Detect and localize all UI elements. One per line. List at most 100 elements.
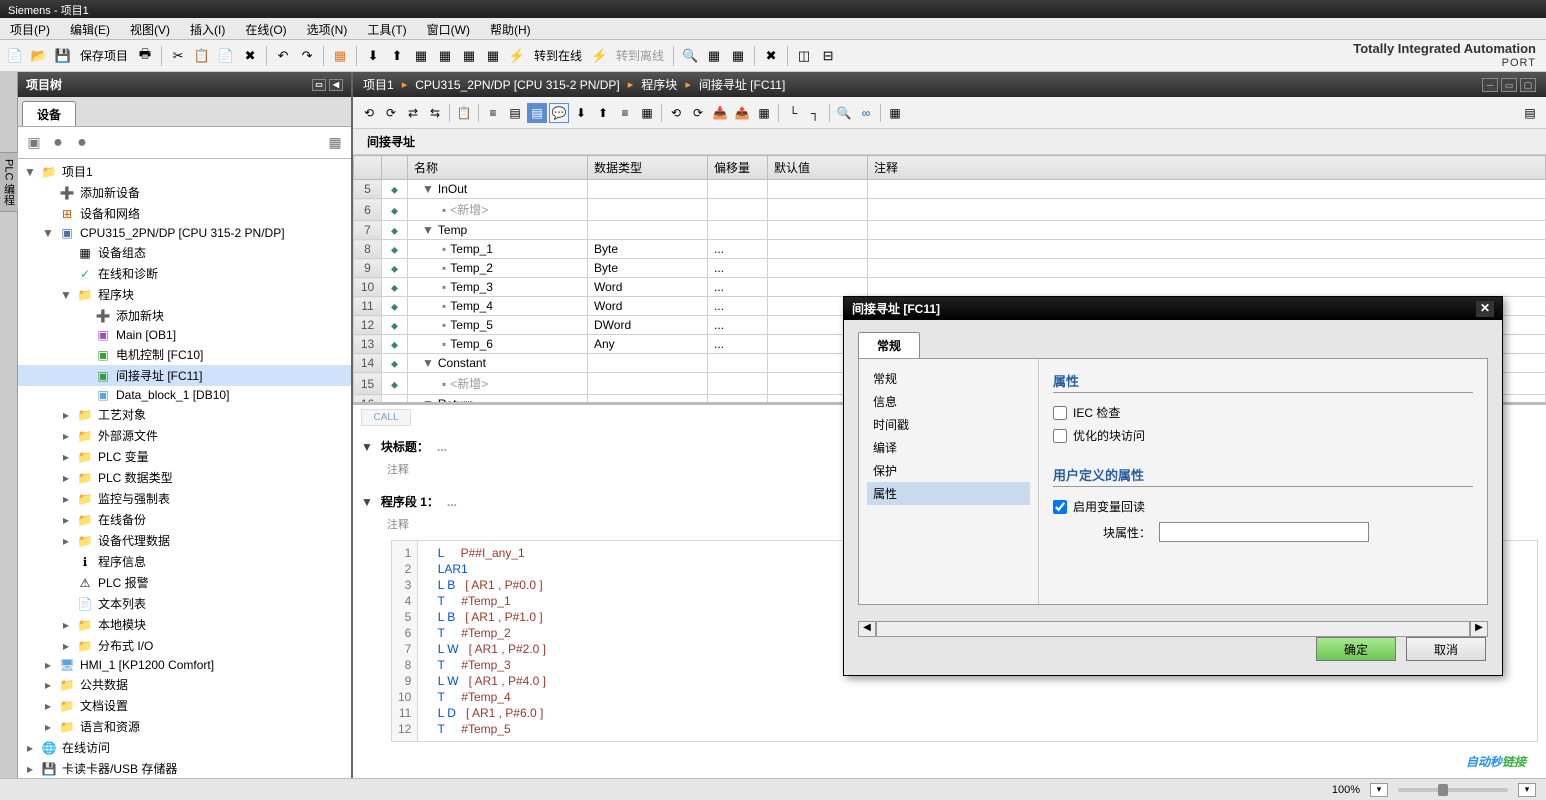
- menu-item[interactable]: 项目(P): [0, 18, 60, 39]
- zoom-slider[interactable]: [1398, 788, 1508, 792]
- collapse-icon[interactable]: ●: [48, 133, 68, 153]
- go-online-icon[interactable]: ⚡: [506, 45, 528, 67]
- editor-restore-icon[interactable]: ▭: [1501, 78, 1517, 92]
- tree-node[interactable]: ➕添加新块: [18, 305, 351, 326]
- copy-icon[interactable]: 📋: [191, 45, 213, 67]
- save-project-button[interactable]: 保存项目: [76, 47, 132, 64]
- tree-node[interactable]: ▸📁语言和资源: [18, 716, 351, 737]
- tree-node[interactable]: 📄文本列表: [18, 593, 351, 614]
- icon[interactable]: ▦: [637, 103, 657, 123]
- tree-node[interactable]: ▸📁分布式 I/O: [18, 635, 351, 656]
- plc-programming-tab[interactable]: PLC 编程: [0, 152, 20, 212]
- go-offline-button[interactable]: 转到离线: [612, 47, 668, 64]
- tree-node[interactable]: ▸📁在线备份: [18, 509, 351, 530]
- tree-node[interactable]: ▸📁外部源文件: [18, 425, 351, 446]
- tree-node[interactable]: ▸📁工艺对象: [18, 404, 351, 425]
- tree-node[interactable]: ▸📁设备代理数据: [18, 530, 351, 551]
- breadcrumb-item[interactable]: 间接寻址 [FC11]: [699, 76, 785, 93]
- tree-node[interactable]: ▦设备组态: [18, 242, 351, 263]
- icon[interactable]: ▦: [329, 45, 351, 67]
- tree-node[interactable]: ⊞设备和网络: [18, 203, 351, 224]
- menu-item[interactable]: 插入(I): [180, 18, 235, 39]
- tree-twisty[interactable]: ▸: [42, 678, 54, 692]
- panel-minimize-icon[interactable]: ▭: [312, 79, 326, 91]
- iec-check-checkbox[interactable]: [1053, 406, 1067, 420]
- icon[interactable]: 🔍: [834, 103, 854, 123]
- panel-toggle-icon[interactable]: ▤: [1520, 103, 1540, 123]
- zoom-dropdown[interactable]: ▾: [1370, 783, 1388, 797]
- new-project-icon[interactable]: 📄: [4, 45, 26, 67]
- tree-twisty[interactable]: ▼: [60, 288, 72, 302]
- tree-node[interactable]: ▸📁PLC 数据类型: [18, 467, 351, 488]
- icon[interactable]: ▦: [434, 45, 456, 67]
- tree-view-icon[interactable]: ▦: [325, 133, 345, 153]
- split-h-icon[interactable]: ◫: [793, 45, 815, 67]
- panel-pin-icon[interactable]: ◀: [329, 79, 343, 91]
- icon[interactable]: ⬇: [571, 103, 591, 123]
- tree-twisty[interactable]: ▼: [24, 165, 36, 179]
- block-attr-input[interactable]: [1159, 522, 1369, 542]
- dialog-nav-item[interactable]: 信息: [867, 390, 1030, 413]
- scroll-left-icon[interactable]: ◀: [858, 621, 876, 637]
- split-v-icon[interactable]: ⊟: [817, 45, 839, 67]
- menu-item[interactable]: 选项(N): [297, 18, 358, 39]
- menu-item[interactable]: 在线(O): [235, 18, 296, 39]
- close-icon[interactable]: ✕: [1476, 301, 1494, 317]
- table-row[interactable]: 9⬥▪Temp_2Byte...: [354, 259, 1546, 278]
- ok-button[interactable]: 确定: [1316, 637, 1396, 661]
- tree-node[interactable]: ▣间接寻址 [FC11]: [18, 365, 351, 386]
- optimized-access-checkbox[interactable]: [1053, 429, 1067, 443]
- expand-icon[interactable]: ●: [72, 133, 92, 153]
- collapse-icon[interactable]: ▼: [361, 440, 373, 454]
- close-icon[interactable]: ✖: [760, 45, 782, 67]
- icon[interactable]: ⬆: [386, 45, 408, 67]
- tree-node[interactable]: ▸📁本地模块: [18, 614, 351, 635]
- icon[interactable]: ≡: [483, 103, 503, 123]
- tree-node[interactable]: ▣Main [OB1]: [18, 326, 351, 344]
- project-tree[interactable]: ▼📁项目1➕添加新设备⊞设备和网络▼▣CPU315_2PN/DP [CPU 31…: [18, 159, 351, 782]
- icon[interactable]: └: [783, 103, 803, 123]
- tree-twisty[interactable]: ▸: [60, 408, 72, 422]
- tree-node[interactable]: ⚠PLC 报警: [18, 572, 351, 593]
- icon[interactable]: ▦: [727, 45, 749, 67]
- tree-twisty[interactable]: ▸: [60, 492, 72, 506]
- tree-node[interactable]: ℹ程序信息: [18, 551, 351, 572]
- glasses-icon[interactable]: ∞: [856, 103, 876, 123]
- open-project-icon[interactable]: 📂: [28, 45, 50, 67]
- properties-dialog[interactable]: 间接寻址 [FC11] ✕ 常规 常规信息时间戳编译保护属性 属性 IEC 检查…: [843, 296, 1503, 676]
- icon[interactable]: ▦: [885, 103, 905, 123]
- tree-twisty[interactable]: ▸: [60, 618, 72, 632]
- tree-twisty[interactable]: ▸: [24, 762, 36, 776]
- zoom-dropdown2[interactable]: ▾: [1518, 783, 1536, 797]
- breadcrumb[interactable]: 项目1▸CPU315_2PN/DP [CPU 315-2 PN/DP]▸程序块▸…: [363, 76, 785, 93]
- go-online-button[interactable]: 转到在线: [530, 47, 586, 64]
- tree-twisty[interactable]: ▸: [42, 720, 54, 734]
- dialog-title-bar[interactable]: 间接寻址 [FC11] ✕: [844, 297, 1502, 320]
- menu-item[interactable]: 编辑(E): [60, 18, 120, 39]
- tree-twisty[interactable]: ▸: [42, 699, 54, 713]
- icon[interactable]: 📥: [710, 103, 730, 123]
- icon[interactable]: ▤: [505, 103, 525, 123]
- icon[interactable]: ▤: [527, 103, 547, 123]
- tree-twisty[interactable]: ▸: [42, 658, 54, 672]
- icon[interactable]: ▦: [482, 45, 504, 67]
- icon[interactable]: 💬: [549, 103, 569, 123]
- tree-twisty[interactable]: ▸: [60, 450, 72, 464]
- tree-node[interactable]: ▸🌐在线访问: [18, 737, 351, 758]
- menu-item[interactable]: 窗口(W): [417, 18, 480, 39]
- icon[interactable]: ⬆: [593, 103, 613, 123]
- tree-node[interactable]: ▼▣CPU315_2PN/DP [CPU 315-2 PN/DP]: [18, 224, 351, 242]
- icon[interactable]: 📋: [454, 103, 474, 123]
- icon[interactable]: ▦: [410, 45, 432, 67]
- table-row[interactable]: 10⬥▪Temp_3Word...: [354, 278, 1546, 297]
- enable-readback-checkbox[interactable]: [1053, 500, 1067, 514]
- dialog-nav-item[interactable]: 常规: [867, 367, 1030, 390]
- tree-node[interactable]: ▸📁PLC 变量: [18, 446, 351, 467]
- tree-twisty[interactable]: ▸: [60, 513, 72, 527]
- icon[interactable]: ≡: [615, 103, 635, 123]
- editor-max-icon[interactable]: ▢: [1520, 78, 1536, 92]
- tree-node[interactable]: ▸🖥HMI_1 [KP1200 Comfort]: [18, 656, 351, 674]
- tree-node[interactable]: ▸💾卡读卡器/USB 存储器: [18, 758, 351, 779]
- tree-node[interactable]: ▸📁公共数据: [18, 674, 351, 695]
- table-row[interactable]: 5⬥▼InOut: [354, 180, 1546, 199]
